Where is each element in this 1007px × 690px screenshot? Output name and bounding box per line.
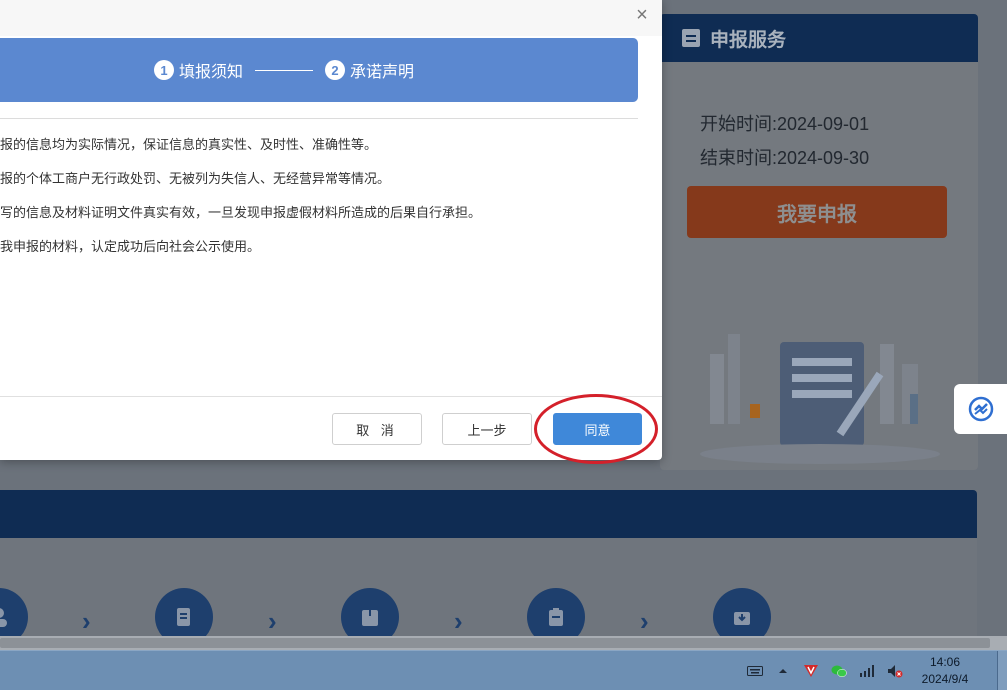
step-label: 填报须知 [179, 64, 244, 81]
apply-button[interactable]: 我要申报 [687, 186, 947, 238]
dialog-title-bar [0, 0, 662, 36]
end-time: 结束时间:2024-09-30 [700, 148, 870, 168]
service-header: 申报服务 [660, 14, 978, 62]
wechat-icon[interactable] [831, 664, 847, 678]
close-icon[interactable]: × [632, 4, 652, 26]
clipboard-icon [549, 608, 563, 626]
service-panel: 申报服务 开始时间:2024-09-01 结束时间:2024-09-30 我要申… [660, 14, 978, 470]
agree-button[interactable]: 同意 [553, 413, 642, 445]
floating-assistant-widget[interactable] [954, 384, 1007, 434]
form-edit-icon [177, 608, 190, 626]
process-section [0, 538, 977, 636]
network-signal-icon[interactable] [859, 664, 875, 678]
security-app-icon[interactable] [803, 664, 819, 678]
step-item-notice: 1 填报须知 [154, 58, 243, 82]
step-indicator: 1 填报须知 2 承诺声明 [0, 38, 638, 102]
cancel-button[interactable]: 取 消 [332, 413, 422, 445]
volume-muted-icon[interactable] [887, 664, 903, 678]
statement-line: 写的信息及材料证明文件真实有效，一旦发现申报虚假材料所造成的后果自行承担。 [0, 205, 482, 220]
step-label: 承诺声明 [350, 64, 415, 81]
step-item-commitment: 2 承诺声明 [325, 58, 414, 82]
start-time: 开始时间:2024-09-01 [700, 114, 870, 134]
user-check-icon [0, 608, 7, 627]
keyboard-icon[interactable] [747, 664, 763, 678]
chevron-right-icon: › [268, 606, 277, 636]
step-number: 2 [325, 60, 346, 80]
clock-time: 14:06 [929, 655, 961, 669]
system-tray: 14:06 2024/9/4 [741, 651, 1007, 690]
assistant-icon [968, 396, 993, 422]
taskbar: 14:06 2024/9/4 [0, 650, 1007, 690]
chevron-right-icon: › [454, 606, 463, 636]
process-section-header [0, 490, 977, 538]
service-title: 申报服务 [710, 29, 787, 51]
commitment-statements: 报的信息均为实际情况，保证信息的真实性、及时性、准确性等。 报的个体工商户无行政… [0, 130, 640, 266]
document-icon [682, 29, 700, 47]
horizontal-scrollbar-thumb[interactable] [0, 638, 990, 648]
step-connector [255, 69, 314, 71]
office-illustration [700, 334, 940, 464]
previous-step-button[interactable]: 上一步 [442, 413, 532, 445]
show-hidden-icons-icon[interactable] [775, 664, 791, 678]
clock-date: 2024/9/4 [921, 672, 969, 686]
taskbar-clock[interactable]: 14:06 2024/9/4 [909, 654, 981, 688]
archive-box-icon [362, 610, 378, 626]
chevron-right-icon: › [82, 606, 91, 636]
step-number: 1 [154, 60, 174, 80]
show-desktop-button[interactable] [997, 651, 1007, 690]
chevron-right-icon: › [640, 606, 649, 636]
divider [0, 118, 638, 119]
inbox-download-icon [734, 612, 750, 625]
statement-line: 我申报的材料，认定成功后向社会公示使用。 [0, 239, 261, 254]
divider [0, 396, 662, 397]
commitment-dialog: × 1 填报须知 2 承诺声明 报的信息均为实际情况，保证信息的真实性、及时性、… [0, 0, 662, 464]
statement-line: 报的信息均为实际情况，保证信息的真实性、及时性、准确性等。 [0, 137, 378, 152]
statement-line: 报的个体工商户无行政处罚、无被列为失信人、无经营异常等情况。 [0, 171, 391, 186]
